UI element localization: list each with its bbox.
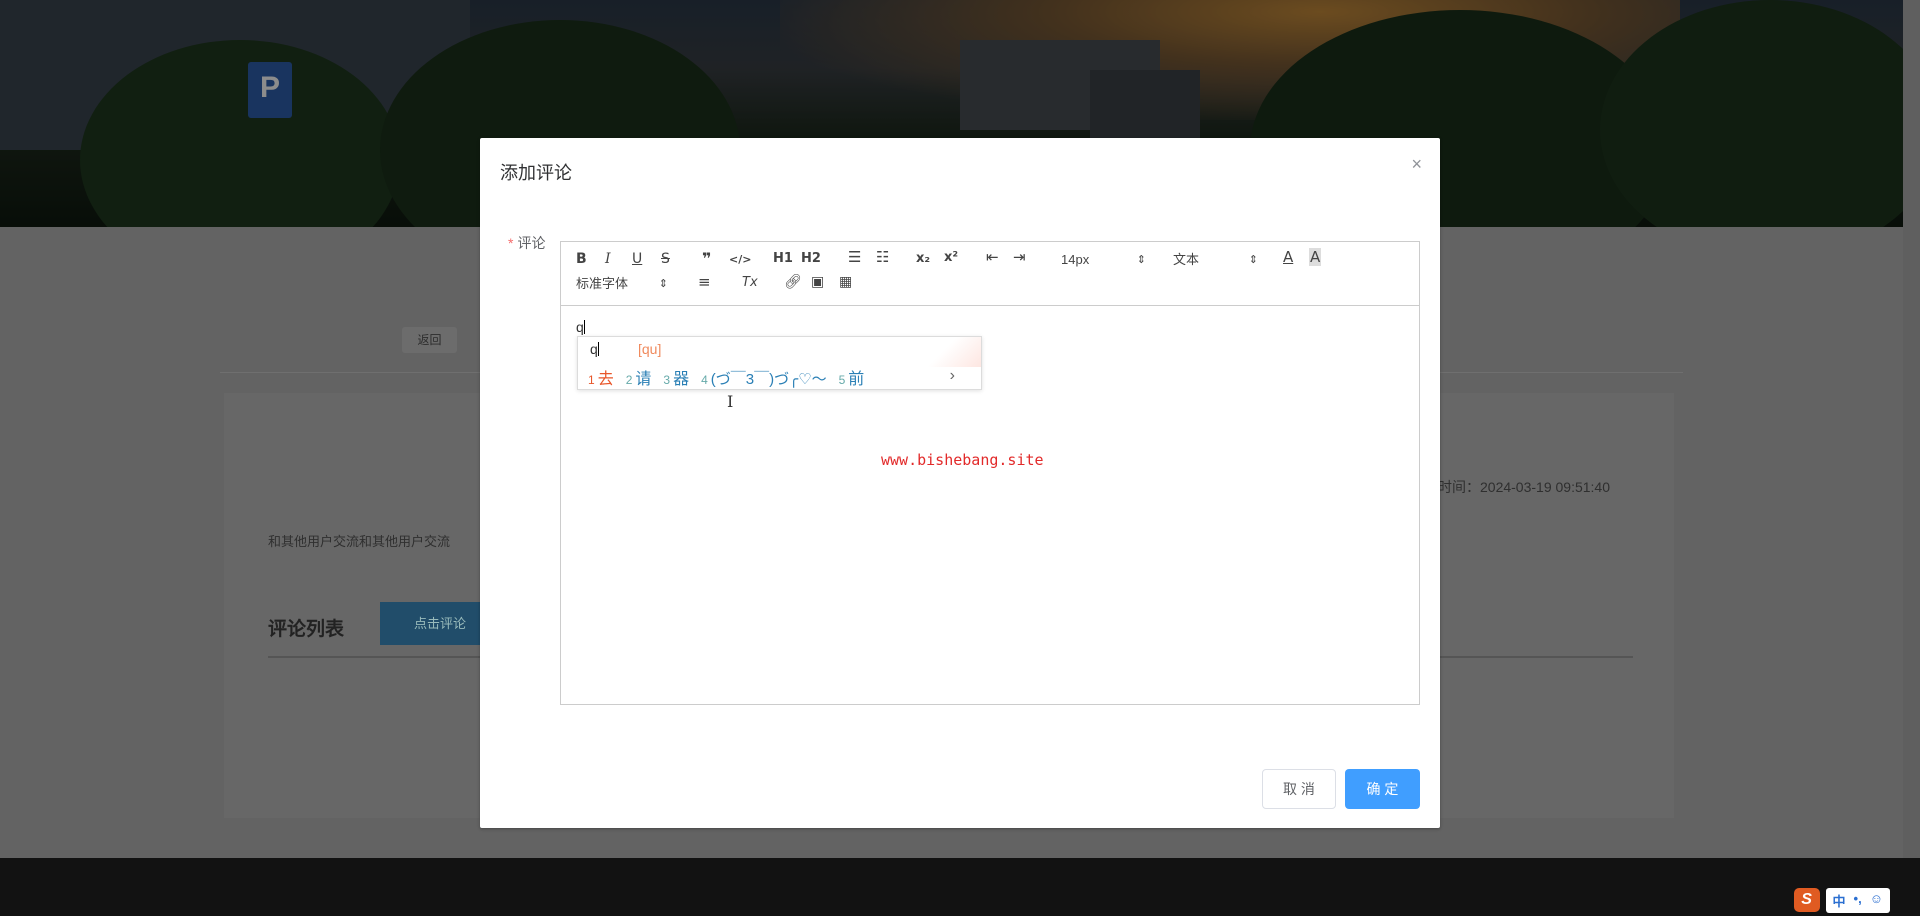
- ime-candidate[interactable]: 4 (づ￣3￣)づ╭♡～: [701, 368, 827, 389]
- editor-toolbar: B I U S ❞ </> H1 H2 ☰ ☷ x₂ x² ⇤ ⇥ 14px ⇕…: [560, 241, 1420, 305]
- ime-candidate[interactable]: 5前: [839, 365, 865, 389]
- post-description: 和其他用户交流和其他用户交流: [268, 534, 451, 549]
- header-value: 文本: [1173, 252, 1200, 267]
- comment-field-label: * 评论: [508, 233, 545, 253]
- clean-format-button[interactable]: Tx: [742, 274, 758, 292]
- picker-arrow-icon: ⇕: [1136, 254, 1146, 266]
- ime-candidate[interactable]: 1去: [588, 365, 614, 389]
- system-tray: S 中 •, ☺: [1793, 887, 1890, 913]
- ime-candidate-popup: q [qu] 1去 2请 3器 4 (づ￣3￣)づ╭♡～ 5前 ›: [577, 336, 982, 390]
- font-color-icon[interactable]: A: [1283, 248, 1293, 266]
- candidate-index: 1: [588, 373, 595, 387]
- comment-list-title: 评论列表: [268, 619, 345, 640]
- ime-mode-toggle[interactable]: 中: [1829, 889, 1849, 911]
- background-color-icon[interactable]: A: [1309, 248, 1322, 266]
- font-size-value: 14px: [1061, 252, 1090, 267]
- ime-input-text: q: [590, 341, 598, 357]
- rich-text-editor: B I U S ❞ </> H1 H2 ☰ ☷ x₂ x² ⇤ ⇥ 14px ⇕…: [560, 241, 1420, 705]
- bold-button[interactable]: B: [576, 250, 587, 268]
- ime-skin-decoration: [921, 337, 981, 367]
- image-icon[interactable]: ▣: [811, 273, 824, 291]
- close-icon[interactable]: ×: [1411, 155, 1422, 173]
- outdent-icon[interactable]: ⇤: [986, 248, 999, 266]
- emoji-icon[interactable]: ☺: [1866, 889, 1886, 911]
- typed-text: q: [576, 319, 585, 335]
- text-cursor-icon: I: [727, 392, 734, 411]
- italic-button[interactable]: I: [605, 250, 611, 268]
- typed-text-value: q: [576, 319, 584, 335]
- picker-arrow-icon: ⇕: [1248, 254, 1258, 266]
- header2-button[interactable]: H2: [801, 250, 821, 268]
- superscript-button[interactable]: x²: [944, 249, 958, 267]
- candidate-text: (づ￣3￣)づ╭♡～: [710, 371, 827, 388]
- candidate-text: 去: [597, 371, 614, 388]
- video-icon[interactable]: ▦: [839, 273, 852, 291]
- underline-button[interactable]: U: [632, 250, 642, 268]
- punctuation-toggle[interactable]: •,: [1850, 889, 1865, 911]
- candidate-index: 3: [663, 373, 671, 387]
- ime-candidate[interactable]: 3器: [663, 365, 689, 389]
- indent-icon[interactable]: ⇥: [1013, 248, 1026, 266]
- picker-arrow-icon: ⇕: [658, 278, 668, 290]
- blockquote-button[interactable]: ❞: [702, 250, 711, 268]
- link-icon[interactable]: 🔗︎: [784, 273, 802, 291]
- dialog-title: 添加评论: [500, 163, 572, 183]
- font-family-value: 标准字体: [576, 276, 629, 291]
- ime-next-page-icon[interactable]: ›: [950, 367, 955, 385]
- add-comment-dialog: 添加评论 × * 评论 B I U S ❞ </> H1 H2 ☰ ☷ x₂ x²…: [480, 138, 1440, 828]
- code-block-button[interactable]: </>: [729, 251, 751, 269]
- required-mark: *: [508, 235, 514, 251]
- ime-status-bar[interactable]: 中 •, ☺: [1825, 887, 1890, 913]
- font-family-picker[interactable]: 标准字体 ⇕: [576, 275, 668, 293]
- font-size-picker[interactable]: 14px ⇕: [1061, 251, 1146, 269]
- ime-pinyin: [qu]: [638, 341, 662, 357]
- ime-candidate-list: 1去 2请 3器 4 (づ￣3￣)づ╭♡～ 5前: [588, 365, 876, 389]
- confirm-button[interactable]: 确 定: [1345, 769, 1420, 809]
- text-caret: [583, 320, 585, 334]
- header-picker[interactable]: 文本 ⇕: [1173, 251, 1258, 269]
- candidate-text: 前: [848, 371, 865, 388]
- watermark-text: www.bishebang.site: [881, 451, 1044, 469]
- cancel-button[interactable]: 取 消: [1262, 769, 1336, 809]
- footer: [0, 858, 1920, 916]
- header1-button[interactable]: H1: [773, 250, 793, 268]
- candidate-text: 器: [673, 371, 690, 388]
- ordered-list-icon[interactable]: ☰: [848, 248, 861, 266]
- publish-time: 发布时间：2024-03-19 09:51:40: [1410, 479, 1610, 495]
- subscript-button[interactable]: x₂: [916, 250, 930, 268]
- align-left-icon[interactable]: ≡: [698, 273, 711, 291]
- bullet-list-icon[interactable]: ☷: [876, 248, 889, 266]
- ime-candidate[interactable]: 2请: [626, 365, 652, 389]
- candidate-index: 4: [701, 373, 708, 387]
- candidate-text: 请: [635, 371, 652, 388]
- ime-composition: q: [590, 341, 599, 357]
- strike-button[interactable]: S: [661, 250, 670, 268]
- ime-caret: [597, 342, 599, 356]
- candidate-index: 2: [625, 373, 633, 387]
- back-button[interactable]: 返回: [402, 327, 457, 353]
- candidate-index: 5: [838, 373, 846, 387]
- comment-label-text: 评论: [517, 235, 546, 251]
- sogou-ime-icon[interactable]: S: [1793, 888, 1820, 912]
